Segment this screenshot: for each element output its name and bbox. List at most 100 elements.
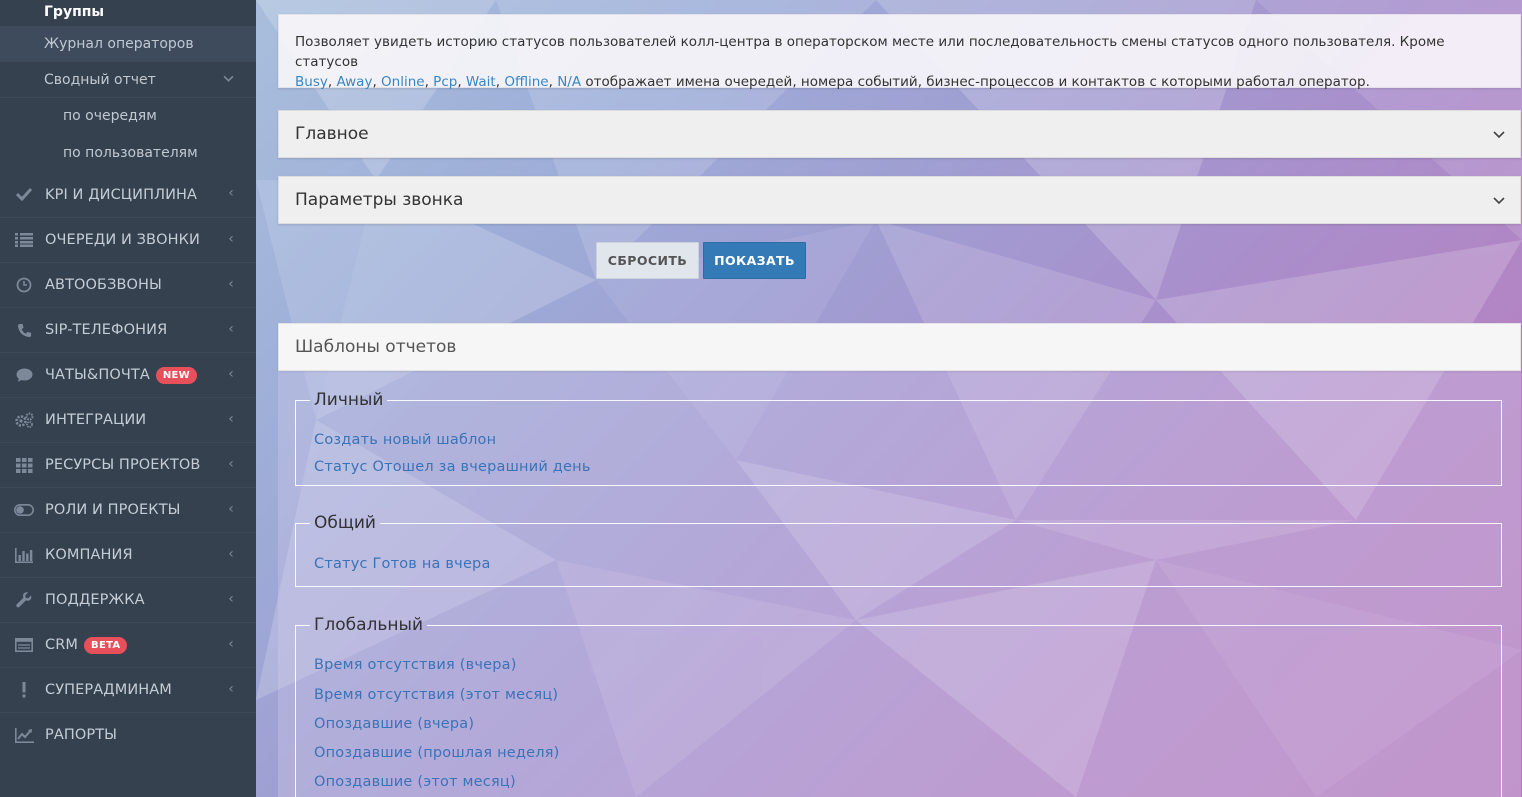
chevron-left-icon: ‹ xyxy=(228,185,234,201)
sidebar-item-company[interactable]: КОМПАНИЯ ‹ xyxy=(0,532,256,577)
template-link[interactable]: Статус Отошел за вчерашний день xyxy=(314,459,591,475)
reset-button[interactable]: СБРОСИТЬ xyxy=(596,242,699,279)
chevron-left-icon: ‹ xyxy=(228,456,234,472)
chevron-left-icon: ‹ xyxy=(228,546,234,562)
sidebar-item-sip[interactable]: SIP-ТЕЛЕФОНИЯ ‹ xyxy=(0,307,256,352)
gears-icon xyxy=(14,411,34,429)
template-link[interactable]: Статус Готов на вчера xyxy=(314,556,491,572)
global-templates: Глобальный Время отсутствия (вчера) Врем… xyxy=(295,615,1502,797)
chat-icon xyxy=(14,366,34,384)
status-link-na[interactable]: N/A xyxy=(557,74,581,90)
sidebar-item-label: ИНТЕГРАЦИИ xyxy=(45,412,147,428)
sidebar-item-summary-report[interactable]: Сводный отчет xyxy=(0,62,256,98)
accordion-title: Главное xyxy=(295,124,369,144)
template-link[interactable]: Опоздавшие (вчера) xyxy=(314,716,474,732)
template-link[interactable]: Опоздавшие (этот месяц) xyxy=(314,774,516,790)
sidebar-item-queues[interactable]: ОЧЕРЕДИ И ЗВОНКИ ‹ xyxy=(0,217,256,262)
exclamation-icon xyxy=(14,681,34,699)
sidebar-item-label: Группы xyxy=(44,4,105,20)
accordion-call-params[interactable]: Параметры звонка xyxy=(278,176,1521,224)
templates-title: Шаблоны отчетов xyxy=(295,337,457,357)
status-link-pcp[interactable]: Pcp xyxy=(433,74,457,90)
status-link-online[interactable]: Online xyxy=(381,74,425,90)
sidebar-item-resources[interactable]: РЕСУРСЫ ПРОЕКТОВ ‹ xyxy=(0,442,256,487)
sidebar-item-chats[interactable]: ЧАТЫ&ПОЧТА NEW ‹ xyxy=(0,352,256,397)
beta-badge: BETA xyxy=(84,636,128,654)
sidebar-item-label: Журнал операторов xyxy=(44,35,194,52)
description-text-after: отображает имена очередей, номера событи… xyxy=(585,74,1370,90)
sidebar-item-label: по пользователям xyxy=(63,145,198,161)
chevron-left-icon: ‹ xyxy=(228,231,234,247)
grid-icon xyxy=(14,456,34,474)
chevron-left-icon: ‹ xyxy=(228,321,234,337)
sidebar-item-label: CRM xyxy=(45,637,79,653)
templates-header: Шаблоны отчетов xyxy=(278,323,1521,371)
line-chart-icon xyxy=(14,726,34,744)
global-legend: Глобальный xyxy=(314,615,424,635)
sidebar-item-by-queues[interactable]: по очередям xyxy=(0,98,256,134)
sidebar-item-label: РАПОРТЫ xyxy=(45,727,118,743)
table-icon xyxy=(14,636,34,654)
personal-legend: Личный xyxy=(314,390,384,410)
status-link-busy[interactable]: Busy xyxy=(295,74,328,90)
sidebar-item-autodial[interactable]: АВТООБЗВОНЫ ‹ xyxy=(0,262,256,307)
chevron-left-icon: ‹ xyxy=(228,681,234,697)
new-badge: NEW xyxy=(155,366,197,384)
common-legend: Общий xyxy=(314,513,376,533)
chevron-left-icon: ‹ xyxy=(228,366,234,382)
sidebar-item-label: АВТООБЗВОНЫ xyxy=(45,277,162,293)
sidebar-item-by-users[interactable]: по пользователям xyxy=(0,134,256,172)
templates-body: Личный Создать новый шаблон Статус Отоше… xyxy=(278,371,1521,797)
sidebar-item-reports[interactable]: РАПОРТЫ xyxy=(0,712,256,757)
chevron-down-icon xyxy=(1492,126,1506,140)
chevron-left-icon: ‹ xyxy=(228,591,234,607)
chevron-left-icon: ‹ xyxy=(228,501,234,517)
sidebar-item-label: ЧАТЫ&ПОЧТА xyxy=(45,367,150,383)
sidebar-item-support[interactable]: ПОДДЕРЖКА ‹ xyxy=(0,577,256,622)
sidebar-item-operators-log[interactable]: Журнал операторов xyxy=(0,26,256,62)
sidebar-item-groups[interactable]: Группы xyxy=(0,0,256,26)
list-icon xyxy=(14,231,34,249)
sidebar-item-kpi[interactable]: KPI И ДИСЦИПЛИНА ‹ xyxy=(0,172,256,217)
sidebar-item-label: РЕСУРСЫ ПРОЕКТОВ xyxy=(45,457,201,473)
show-button[interactable]: ПОКАЗАТЬ xyxy=(703,242,806,279)
template-link[interactable]: Время отсутствия (вчера) xyxy=(314,657,517,673)
phone-icon xyxy=(14,321,34,339)
sidebar-item-label: ПОДДЕРЖКА xyxy=(45,592,145,608)
report-description: Позволяет увидеть историю статусов польз… xyxy=(278,14,1521,90)
toggle-icon xyxy=(14,501,34,519)
status-link-offline[interactable]: Offline xyxy=(504,74,548,90)
template-link[interactable]: Создать новый шаблон xyxy=(314,432,496,448)
sidebar-item-label: СУПЕРАДМИНАМ xyxy=(45,682,172,698)
chevron-left-icon: ‹ xyxy=(228,411,234,427)
sidebar-item-label: SIP-ТЕЛЕФОНИЯ xyxy=(45,322,168,338)
chevron-down-icon xyxy=(223,73,234,87)
accordion-main[interactable]: Главное xyxy=(278,110,1521,158)
sidebar-item-integrations[interactable]: ИНТЕГРАЦИИ ‹ xyxy=(0,397,256,442)
template-link[interactable]: Опоздавшие (прошлая неделя) xyxy=(314,745,560,761)
sidebar-item-label: ОЧЕРЕДИ И ЗВОНКИ xyxy=(45,232,200,248)
bar-chart-icon xyxy=(14,546,34,564)
status-link-away[interactable]: Away xyxy=(336,74,372,90)
sidebar-item-label: РОЛИ И ПРОЕКТЫ xyxy=(45,502,181,518)
sidebar-item-roles[interactable]: РОЛИ И ПРОЕКТЫ ‹ xyxy=(0,487,256,532)
wrench-icon xyxy=(14,591,34,609)
sidebar-item-superadmins[interactable]: СУПЕРАДМИНАМ ‹ xyxy=(0,667,256,712)
accordion-title: Параметры звонка xyxy=(295,190,464,210)
description-text: Позволяет увидеть историю статусов польз… xyxy=(295,34,1445,70)
sidebar: Группы Журнал операторов Сводный отчет п… xyxy=(0,0,256,797)
sidebar-item-label: KPI И ДИСЦИПЛИНА xyxy=(45,186,198,203)
status-link-wait[interactable]: Wait xyxy=(466,74,496,90)
sidebar-item-label: КОМПАНИЯ xyxy=(45,547,133,563)
chevron-left-icon: ‹ xyxy=(228,276,234,292)
check-icon xyxy=(14,185,34,203)
chevron-down-icon xyxy=(1492,192,1506,206)
sidebar-item-label: Сводный отчет xyxy=(44,71,156,88)
template-link[interactable]: Время отсутствия (этот месяц) xyxy=(314,687,558,703)
personal-templates: Личный Создать новый шаблон Статус Отоше… xyxy=(295,390,1502,486)
sidebar-item-crm[interactable]: CRM BETA ‹ xyxy=(0,622,256,667)
clock-icon xyxy=(14,276,34,294)
chevron-left-icon: ‹ xyxy=(228,636,234,652)
sidebar-item-label: по очередям xyxy=(63,108,157,124)
common-templates: Общий Статус Готов на вчера xyxy=(295,513,1502,587)
